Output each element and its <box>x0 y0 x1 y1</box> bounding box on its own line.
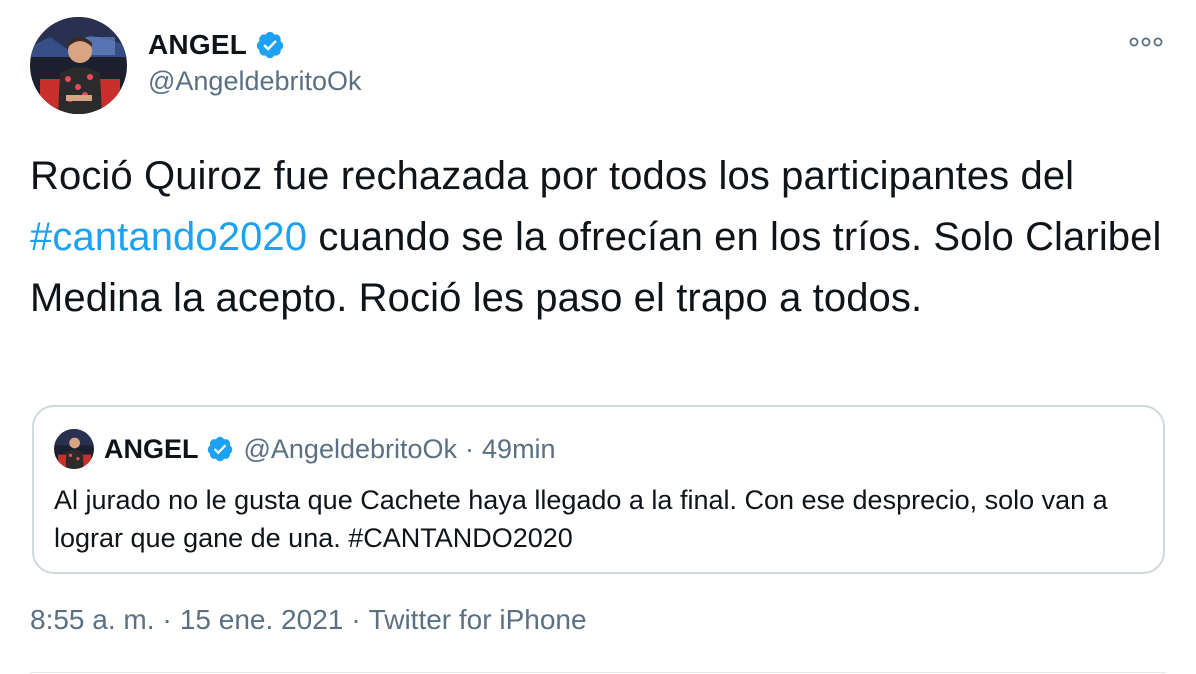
author-name-row[interactable]: ANGEL <box>148 26 285 64</box>
quoted-separator: · <box>465 433 475 464</box>
author-display-name[interactable]: ANGEL <box>148 29 247 61</box>
meta-separator: · <box>162 604 172 635</box>
quoted-author-avatar[interactable] <box>54 429 94 469</box>
author-handle[interactable]: @AngeldebritoOk <box>148 66 362 97</box>
tweet-text-before: Roció Quiroz fue rechazada por todos los… <box>30 154 1075 198</box>
quoted-profile-photo-icon <box>54 429 94 469</box>
hashtag-link[interactable]: #cantando2020 <box>30 215 307 259</box>
quoted-header: ANGEL @AngeldebritoOk · 49min <box>104 429 556 469</box>
quoted-tweet[interactable]: ANGEL @AngeldebritoOk · 49min Al jurado … <box>32 405 1165 574</box>
tweet-source[interactable]: Twitter for iPhone <box>369 604 587 635</box>
quoted-verified-badge-icon <box>206 435 234 463</box>
meta-separator: · <box>351 604 361 635</box>
tweet-time[interactable]: 8:55 a. m. <box>30 604 155 635</box>
tweet-text: Roció Quiroz fue rechazada por todos los… <box>30 146 1170 329</box>
tweet-card: ANGEL @AngeldebritoOk Roció Quiroz fue r… <box>0 0 1196 674</box>
profile-photo-icon <box>30 17 127 114</box>
tweet-meta: 8:55 a. m. · 15 ene. 2021 · Twitter for iPho… <box>30 604 587 636</box>
divider <box>30 672 1166 673</box>
tweet-date[interactable]: 15 ene. 2021 <box>180 604 344 635</box>
quoted-handle[interactable]: @AngeldebritoOk <box>244 434 458 465</box>
more-options-icon[interactable] <box>1126 30 1166 54</box>
quoted-text: Al jurado no le gusta que Cachete haya l… <box>54 485 1108 553</box>
verified-badge-icon <box>255 30 285 60</box>
quoted-timestamp[interactable]: 49min <box>482 434 556 465</box>
quoted-display-name[interactable]: ANGEL <box>104 434 199 465</box>
author-avatar[interactable] <box>30 17 127 114</box>
